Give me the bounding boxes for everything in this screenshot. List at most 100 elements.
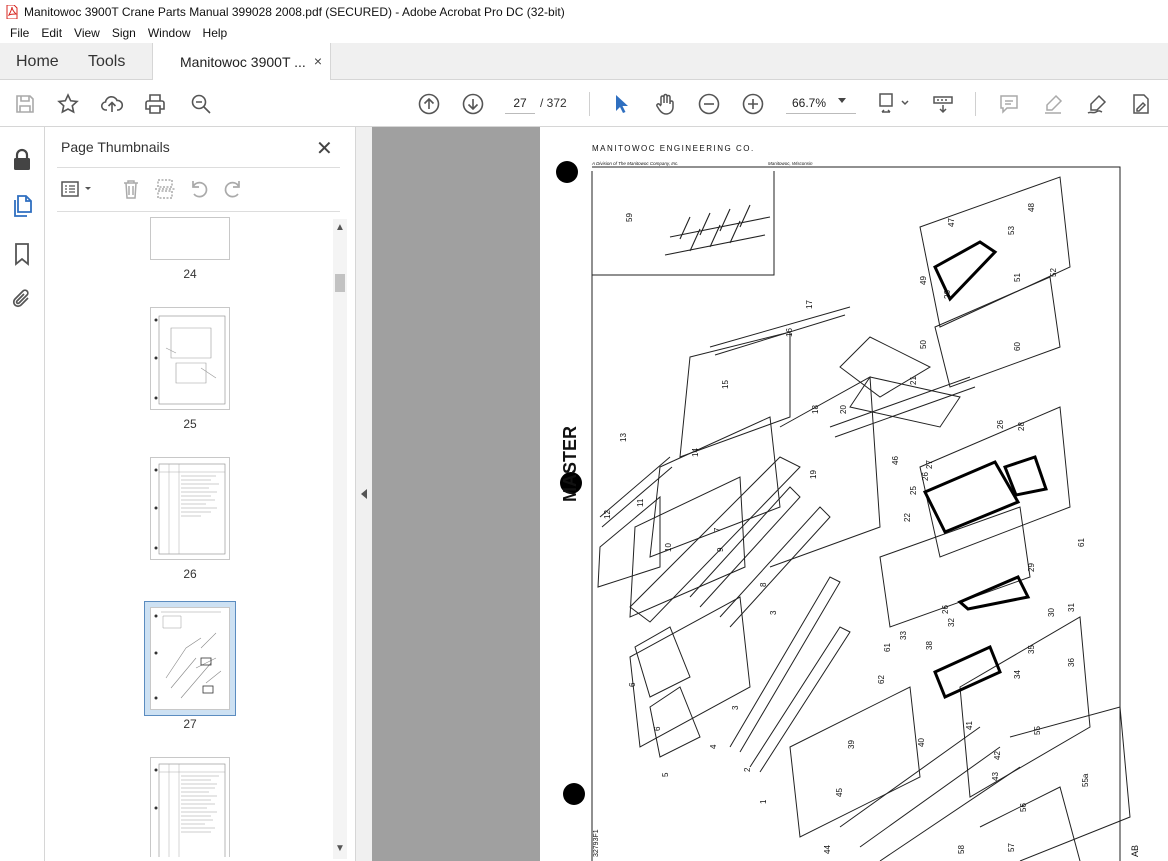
part-callout-label: 32	[947, 618, 956, 627]
rotate-right-button[interactable]	[221, 177, 245, 201]
tab-close-button[interactable]: ×	[314, 53, 322, 69]
minus-circle-icon	[698, 93, 720, 115]
cloud-upload-icon	[100, 96, 124, 112]
panel-close-button[interactable]: ✕	[316, 136, 333, 161]
part-callout-label: 26	[996, 420, 1005, 429]
panel-divider	[57, 167, 340, 168]
menu-sign[interactable]: Sign	[106, 26, 142, 40]
inset-frame	[592, 171, 775, 276]
part-callout-label: 39	[847, 740, 856, 749]
draw-button[interactable]	[1084, 91, 1110, 117]
part-callout-label: 34	[1013, 670, 1022, 679]
part-callout-label: 22	[903, 513, 912, 522]
rotate-left-button[interactable]	[187, 177, 211, 201]
arrow-up-circle-icon	[418, 93, 440, 115]
scroll-up-icon[interactable]: ▲	[335, 222, 345, 233]
zoom-in-button[interactable]	[740, 91, 766, 117]
scroll-down-icon[interactable]: ▼	[335, 843, 345, 854]
main-toolbar: / 372 66.7%	[0, 80, 1168, 127]
attachments-button[interactable]	[10, 287, 34, 311]
fill-sign-button[interactable]	[1128, 91, 1154, 117]
bookmark-star-button[interactable]	[55, 91, 81, 117]
page-number-input[interactable]	[505, 92, 535, 114]
bookmarks-button[interactable]	[10, 242, 34, 266]
part-callout-label: 18	[811, 405, 820, 414]
part-callout-label: 12	[603, 510, 612, 519]
part-callout-label: 14	[691, 448, 700, 457]
collapse-panel-icon[interactable]	[361, 489, 367, 499]
thumbnail-page-28[interactable]	[150, 757, 230, 857]
part-callout-label: 4	[709, 744, 718, 749]
thumbnail-scrollbar[interactable]: ▲ ▼	[333, 219, 347, 859]
title-bar: Manitowoc 3900T Crane Parts Manual 39902…	[0, 0, 1168, 23]
page-thumbnails-button[interactable]	[10, 194, 34, 218]
save-button[interactable]	[12, 91, 38, 117]
part-callouts: 591716151413121110 9876654332118192021222…	[603, 203, 1090, 854]
scroll-mode-button[interactable]	[930, 91, 956, 117]
scroll-thumb[interactable]	[335, 274, 345, 292]
document-view[interactable]: MANITOWOC ENGINEERING CO. A Division of …	[372, 127, 1168, 861]
thumbnail-options-button[interactable]	[59, 177, 95, 201]
highlight-button[interactable]	[1040, 91, 1066, 117]
page-fit-button[interactable]	[876, 91, 912, 117]
part-callout-label: 7	[713, 527, 722, 532]
part-callout-label: 50	[919, 340, 928, 349]
panel-splitter[interactable]	[355, 127, 372, 861]
menu-help[interactable]: Help	[197, 26, 234, 40]
header-company: MANITOWOC ENGINEERING CO.	[592, 144, 755, 153]
select-tool-button[interactable]	[608, 91, 634, 117]
security-button[interactable]	[10, 148, 34, 172]
fit-page-icon	[879, 93, 909, 113]
part-callout-label: 35	[1027, 645, 1036, 654]
next-page-button[interactable]	[460, 91, 486, 117]
part-callout-label: 27	[925, 460, 934, 469]
part-callout-label: 9	[716, 547, 725, 552]
menu-view[interactable]: View	[68, 26, 106, 40]
part-callout-label: 25	[909, 486, 918, 495]
extract-pages-button[interactable]	[153, 177, 177, 201]
print-button[interactable]	[142, 91, 168, 117]
part-callout-label: 20	[839, 405, 848, 414]
header-division: A Division of The Manitowoc Company, Inc…	[591, 161, 679, 166]
part-callout-label: 31	[1067, 603, 1076, 612]
previous-page-button[interactable]	[416, 91, 442, 117]
tab-document[interactable]: Manitowoc 3900T ... ×	[152, 43, 331, 81]
thumbnail-drawing	[154, 315, 226, 405]
part-callout-label: 19	[809, 470, 818, 479]
binder-hole	[563, 783, 585, 805]
part-callout-label: 43	[991, 772, 1000, 781]
zoom-out-button[interactable]	[696, 91, 722, 117]
part-callout-label: 57	[1007, 843, 1016, 852]
upload-button[interactable]	[99, 91, 125, 117]
zoom-level-select[interactable]: 66.7%	[786, 92, 856, 114]
thumbnail-page-27[interactable]	[150, 607, 230, 710]
corner-mark: AB	[1130, 845, 1140, 857]
menu-file[interactable]: File	[4, 26, 35, 40]
part-callout-label: 36	[1067, 658, 1076, 667]
menu-window[interactable]: Window	[142, 26, 197, 40]
part-callout-label: 13	[619, 433, 628, 442]
menu-bar: File Edit View Sign Window Help	[0, 23, 1168, 43]
part-callout-label: 26	[921, 472, 930, 481]
comment-button[interactable]	[996, 91, 1022, 117]
part-callout-label: 3	[769, 610, 778, 615]
thumbnail-page-24[interactable]	[150, 217, 230, 260]
tab-home[interactable]: Home	[16, 43, 59, 80]
tab-tools[interactable]: Tools	[88, 43, 125, 80]
printer-icon	[145, 94, 165, 114]
delete-pages-button[interactable]	[119, 177, 143, 201]
part-callout-label: 28	[1017, 422, 1026, 431]
menu-edit[interactable]: Edit	[35, 26, 68, 40]
panel-title: Page Thumbnails	[61, 139, 170, 155]
part-callout-label: 44	[823, 845, 832, 854]
part-callout-label: 59	[625, 213, 634, 222]
lock-icon	[14, 148, 30, 170]
hand-tool-button[interactable]	[652, 91, 678, 117]
thumbnail-page-25[interactable]	[150, 307, 230, 410]
star-icon	[57, 93, 79, 114]
paperclip-icon	[12, 289, 29, 308]
find-button[interactable]	[188, 91, 214, 117]
part-callout-label: 21	[909, 376, 918, 385]
drawing-number: 32793F1	[593, 829, 600, 857]
thumbnail-page-26[interactable]	[150, 457, 230, 560]
